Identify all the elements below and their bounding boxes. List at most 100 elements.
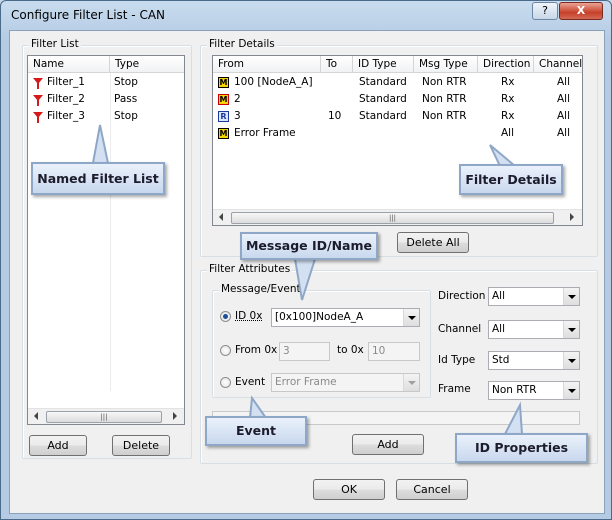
filter-name: Filter_1 <box>47 76 85 88</box>
list-item[interactable]: Filter_3 Stop <box>28 108 184 125</box>
to-field[interactable]: 10 <box>368 342 420 361</box>
detail-msg-type: Non RTR <box>422 76 467 88</box>
filter-details-group-label: Filter Details <box>207 38 277 50</box>
details-header-direction[interactable]: Direction <box>478 56 534 73</box>
message-id-value: [0x100]NodeA_A <box>275 311 364 323</box>
event-combo[interactable]: Error Frame <box>271 373 420 392</box>
details-header-channel[interactable]: Channel <box>534 56 582 73</box>
chevron-down-icon[interactable] <box>403 309 419 326</box>
table-row[interactable]: M Error Frame All All <box>213 125 582 142</box>
detail-from: 100 [NodeA_A] <box>234 76 313 88</box>
chevron-down-icon[interactable] <box>563 352 579 369</box>
table-row[interactable]: M 2 Standard Non RTR Rx All <box>213 91 582 108</box>
filter-type: Pass <box>114 93 138 105</box>
filter-details-hscrollbar[interactable]: ||| <box>213 209 582 225</box>
table-row[interactable]: R 3 10 Standard Non RTR Rx All <box>213 108 582 125</box>
filter-list-add-button[interactable]: Add <box>29 435 87 456</box>
channel-value: All <box>492 323 506 335</box>
id-radio[interactable] <box>220 311 231 322</box>
message-icon: M <box>218 128 229 139</box>
detail-direction: All <box>501 127 515 139</box>
detail-channel: All <box>557 93 571 105</box>
title-bar[interactable]: Configure Filter List - CAN ? X <box>1 1 611 29</box>
channel-select[interactable]: All <box>488 320 580 339</box>
details-header-id-type[interactable]: ID Type <box>353 56 414 73</box>
event-radio[interactable] <box>220 377 231 388</box>
range-radio[interactable] <box>220 345 231 356</box>
direction-label: Direction <box>438 290 486 302</box>
detail-direction: Rx <box>501 76 515 88</box>
from-field[interactable]: 3 <box>279 342 330 361</box>
direction-value: All <box>492 290 506 302</box>
detail-channel: All <box>557 127 571 139</box>
details-header-msg-type[interactable]: Msg Type <box>414 56 478 73</box>
close-button[interactable]: X <box>559 2 603 20</box>
detail-to: 10 <box>328 110 342 122</box>
filter-list-header-name[interactable]: Name <box>28 56 110 73</box>
details-header-to[interactable]: To <box>321 56 353 73</box>
id-type-value: Std <box>492 354 510 366</box>
id-label: ID 0x <box>235 310 263 322</box>
help-button[interactable]: ? <box>532 2 558 20</box>
delete-all-button[interactable]: Delete All <box>397 232 469 253</box>
message-id-name-callout: Message ID/Name <box>240 232 378 260</box>
event-label: Event <box>235 376 266 388</box>
detail-from: 3 <box>234 110 241 122</box>
chevron-down-icon[interactable] <box>403 374 419 391</box>
filter-name: Filter_2 <box>47 93 85 105</box>
frame-value: Non RTR <box>492 384 537 396</box>
frame-select[interactable]: Non RTR <box>488 381 580 400</box>
filter-funnel-icon <box>33 95 43 106</box>
scroll-left-icon[interactable] <box>219 213 223 221</box>
detail-from: Error Frame <box>234 127 296 139</box>
cancel-button[interactable]: Cancel <box>396 479 468 500</box>
detail-direction: Rx <box>501 110 515 122</box>
message-icon: M <box>218 77 229 88</box>
event-callout: Event <box>205 416 307 446</box>
filter-list-group: Filter List Name Type Filter_1 Stop Filt… <box>22 38 192 459</box>
details-header-from[interactable]: From <box>213 56 321 73</box>
filter-funnel-icon <box>33 112 43 123</box>
chevron-down-icon[interactable] <box>563 321 579 338</box>
scroll-right-icon[interactable] <box>173 412 177 420</box>
chevron-down-icon[interactable] <box>563 288 579 305</box>
scroll-thumb[interactable]: ||| <box>231 212 554 224</box>
detail-channel: All <box>557 110 571 122</box>
id-type-select[interactable]: Std <box>488 351 580 370</box>
ok-button[interactable]: OK <box>313 479 385 500</box>
message-event-group-label: Message/Event <box>219 283 303 295</box>
list-item[interactable]: Filter_2 Pass <box>28 91 184 108</box>
direction-select[interactable]: All <box>488 287 580 306</box>
filter-funnel-icon <box>33 78 43 89</box>
attributes-add-button[interactable]: Add <box>352 434 424 455</box>
filter-list-hscrollbar[interactable]: ||| <box>28 408 184 424</box>
list-item[interactable]: Filter_1 Stop <box>28 74 184 91</box>
filter-details-callout: Filter Details <box>459 164 563 195</box>
named-filter-list-callout: Named Filter List <box>31 162 165 195</box>
to-label: to 0x <box>337 344 364 356</box>
message-event-group: Message/Event ID 0x [0x100]NodeA_A From … <box>212 283 431 398</box>
from-label: From 0x <box>235 344 278 356</box>
scroll-left-icon[interactable] <box>34 412 38 420</box>
filter-list-view[interactable]: Name Type Filter_1 Stop Filter_2 Pass Fi… <box>27 55 185 425</box>
scroll-thumb[interactable]: ||| <box>46 411 162 423</box>
detail-msg-type: Non RTR <box>422 93 467 105</box>
scroll-right-icon[interactable] <box>570 213 574 221</box>
message-id-combo[interactable]: [0x100]NodeA_A <box>271 308 420 327</box>
detail-id-type: Standard <box>359 93 407 105</box>
filter-list-group-label: Filter List <box>29 38 81 50</box>
message-icon: M <box>218 94 229 105</box>
detail-id-type: Standard <box>359 76 407 88</box>
detail-from: 2 <box>234 93 241 105</box>
event-value: Error Frame <box>275 376 337 388</box>
chevron-down-icon[interactable] <box>563 382 579 399</box>
filter-name: Filter_3 <box>47 110 85 122</box>
filter-list-header-type[interactable]: Type <box>110 56 184 73</box>
filter-list-delete-button[interactable]: Delete <box>112 435 170 456</box>
detail-msg-type: Non RTR <box>422 110 467 122</box>
table-row[interactable]: M 100 [NodeA_A] Standard Non RTR Rx All <box>213 74 582 91</box>
channel-label: Channel <box>438 323 482 335</box>
detail-id-type: Standard <box>359 110 407 122</box>
filter-details-view[interactable]: From To ID Type Msg Type Direction Chann… <box>212 55 583 226</box>
detail-channel: All <box>557 76 571 88</box>
